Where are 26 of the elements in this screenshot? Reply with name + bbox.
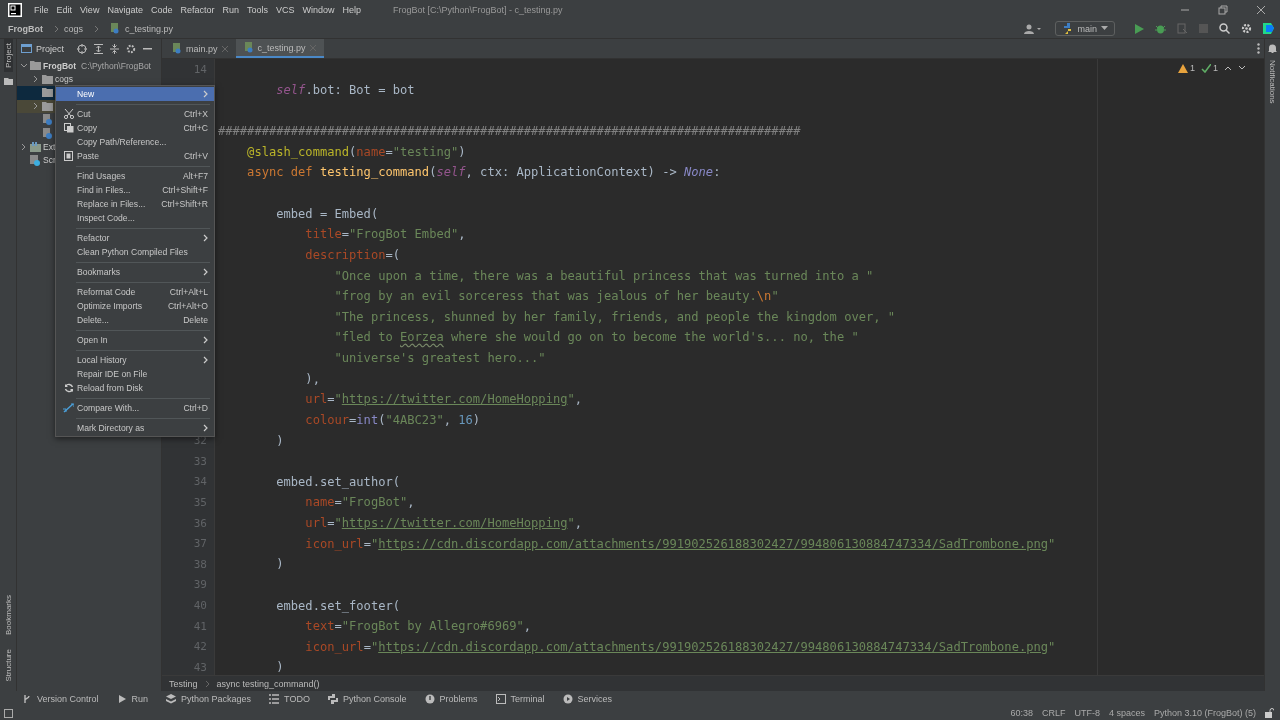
code-line: url="https://twitter.com/HomeHopping", [304, 392, 583, 407]
code-line: url="https://twitter.com/HomeHopping", [304, 516, 583, 531]
code-line: "fled to Eorzea where she would go on to become the world's... no, the " [333, 330, 859, 345]
code-line: embed = Embed( [275, 206, 379, 221]
code-line: "frog by an evil sorceress that was jealous of her beauty.\n" [333, 289, 779, 304]
code-line: text="FrogBot by Allegro#6969", [304, 619, 532, 634]
code-line: icon_url="https://cdn.discordapp.com/attachments/991902526188302427/994806130884747334/SadTrombone.png" [304, 536, 1056, 551]
code-line: icon_url="https://cdn.discordapp.com/attachments/991902526188302427/994806130884747334/SadTrombone.png" [304, 639, 1056, 654]
code-line: "The princess, shunned by her family, friends, and people the kingdom over, " [333, 309, 896, 324]
code-line: ) [275, 557, 284, 572]
code-line: title="FrogBot Embed", [304, 227, 466, 242]
code-line: colour=int("4ABC23", 16) [304, 412, 481, 427]
code-line: ) [275, 660, 284, 675]
code-line: async def testing_command(self, ctx: ApplicationContext) -> None: [246, 165, 721, 180]
code-line: self.bot: Bot = bot [275, 82, 415, 97]
code-line: description=( [304, 247, 401, 262]
code-line: ################################################################################ [218, 124, 801, 139]
code-line: name="FrogBot", [304, 495, 415, 510]
code-line: embed.set_author( [275, 474, 401, 489]
code-line: @slash_command(name="testing") [246, 144, 466, 159]
code-line: "universe's greatest hero..." [333, 351, 546, 366]
code-line: embed.set_footer( [275, 598, 401, 613]
window-title: FrogBot [C:\Python\FrogBot] - c_testing.py [393, 4, 563, 15]
code-line: "Once upon a time, there was a beautiful princess that was turned into a " [333, 268, 874, 283]
code-line: ), [304, 371, 320, 386]
code-line: ) [275, 433, 284, 448]
